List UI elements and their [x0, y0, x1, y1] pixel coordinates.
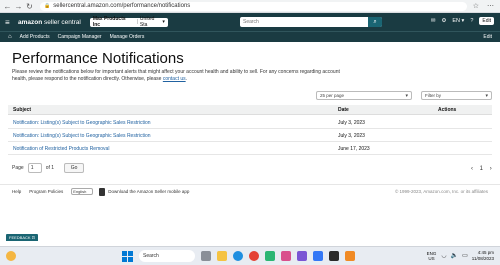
chevron-down-icon: ▾ — [485, 92, 488, 99]
notification-date: July 3, 2023 — [338, 133, 365, 139]
back-icon[interactable]: ← — [3, 2, 12, 11]
url-text: sellercentral.amazon.com/performance/not… — [53, 3, 191, 9]
nav-edit-link[interactable]: Edit — [483, 34, 492, 40]
footer-program-policies-link[interactable]: Program Policies — [29, 189, 63, 194]
header-icons: ✉ ⚙ EN ▾ ? Edit — [425, 17, 494, 25]
page-description: Please review the notifications below fo… — [12, 69, 342, 83]
clock-date: 11/08/2023 — [471, 255, 494, 261]
seller-central-header: ≡ amazon seller central Max Products Inc… — [0, 13, 500, 31]
page-of-label: of 1 — [45, 165, 55, 171]
app-icon[interactable] — [297, 251, 307, 261]
per-page-select[interactable]: 25 per page ▾ — [316, 91, 412, 100]
notification-subject-link[interactable]: Notification of Restricted Products Remo… — [13, 146, 109, 152]
menu-icon[interactable]: ≡ — [5, 18, 15, 27]
app-icon[interactable] — [281, 251, 291, 261]
page-title: Performance Notifications — [12, 50, 184, 67]
current-page[interactable]: 1 — [480, 166, 483, 172]
browser-actions-icon[interactable]: ☆ ⋯ — [473, 2, 497, 10]
windows-start-icon[interactable] — [122, 250, 133, 262]
app-icon[interactable] — [345, 251, 355, 261]
column-subject[interactable]: Subject — [13, 107, 31, 113]
browser-toolbar: ← → ↻ 🔒 sellercentral.amazon.com/perform… — [0, 0, 500, 13]
notification-date: June 17, 2023 — [338, 146, 370, 152]
search-input[interactable]: Search ⌕ — [240, 17, 382, 27]
pagination-controls: Page 1 of 1 Go — [12, 163, 85, 173]
app-icon[interactable] — [329, 251, 339, 261]
language-selector[interactable]: EN ▾ — [452, 18, 464, 24]
mobile-app-link[interactable]: Download the Amazon Seller mobile app — [108, 189, 189, 194]
page-nav: ‹ 1 › — [466, 166, 492, 172]
taskbar-apps: Search — [122, 250, 361, 262]
column-actions: Actions — [438, 107, 457, 113]
logo-brand: amazon — [18, 18, 43, 26]
app-icon[interactable] — [313, 251, 323, 261]
account-region: United Sta — [139, 16, 155, 28]
lock-icon: 🔒 — [44, 3, 51, 9]
account-separator: | — [136, 19, 138, 25]
filter-by-value: Filter by — [425, 93, 442, 98]
search-placeholder: Search — [243, 19, 259, 25]
input-language[interactable]: ENG US — [427, 251, 437, 261]
windows-taskbar: Search ENG US ◡ 🔈 ▭ 4:45 pm 11/08/2023 — [0, 246, 500, 265]
chrome-icon[interactable] — [249, 251, 259, 261]
wifi-icon[interactable]: ◡ — [441, 252, 446, 259]
chevron-down-icon: ▾ — [405, 92, 408, 99]
table-row: Notification of Restricted Products Remo… — [8, 142, 492, 155]
reload-icon[interactable]: ↻ — [25, 2, 34, 11]
app-icon[interactable] — [265, 251, 275, 261]
task-view-icon[interactable] — [201, 251, 211, 261]
go-button[interactable]: Go — [64, 163, 85, 173]
account-switcher[interactable]: Max Products Inc | United Sta ▾ — [89, 16, 168, 28]
notification-subject-link[interactable]: Notification: Listing(s) Subject to Geog… — [13, 120, 151, 126]
taskbar-search-label: Search — [143, 253, 159, 259]
language-code: ENG — [426, 250, 437, 256]
table-row: Notification: Listing(s) Subject to Geog… — [8, 129, 492, 142]
bookmarks-nav: ⌂ Add Products Campaign Manager Manage O… — [0, 31, 500, 42]
edge-icon[interactable] — [233, 251, 243, 261]
notification-date: July 3, 2023 — [338, 120, 365, 126]
header-edit-button[interactable]: Edit — [479, 17, 494, 25]
home-icon[interactable]: ⌂ — [8, 34, 12, 40]
battery-icon[interactable]: ▭ — [462, 252, 468, 259]
search-icon[interactable]: ⌕ — [368, 17, 382, 27]
column-date[interactable]: Date — [338, 107, 349, 113]
weather-icon[interactable] — [6, 251, 16, 261]
address-bar[interactable]: 🔒 sellercentral.amazon.com/performance/n… — [40, 1, 467, 11]
page-number-input[interactable]: 1 — [27, 163, 42, 173]
page-footer: Help Program Policies English Download t… — [0, 184, 500, 198]
nav-campaign-manager[interactable]: Campaign Manager — [58, 34, 102, 40]
file-explorer-icon[interactable] — [217, 251, 227, 261]
help-icon[interactable]: ? — [470, 18, 473, 24]
logo-product: seller central — [42, 18, 81, 26]
region-code: US — [428, 255, 435, 261]
description-end: . — [185, 76, 188, 82]
mobile-app-icon — [99, 187, 106, 196]
account-name: Max Products Inc — [92, 16, 126, 28]
taskbar-search[interactable]: Search — [139, 250, 195, 262]
nav-manage-orders[interactable]: Manage Orders — [110, 34, 145, 40]
chevron-left-icon[interactable]: ‹ — [471, 166, 473, 172]
contact-us-link[interactable]: contact us — [163, 76, 186, 82]
system-tray: ENG US ◡ 🔈 ▭ 4:45 pm 11/08/2023 — [427, 250, 494, 261]
clock[interactable]: 4:45 pm 11/08/2023 — [472, 250, 494, 261]
chevron-down-icon: ▾ — [162, 19, 165, 25]
notifications-table-header: Subject Date Actions — [8, 105, 492, 115]
page-label: Page — [12, 165, 24, 171]
footer-language-select[interactable]: English — [71, 188, 94, 195]
chevron-right-icon[interactable]: › — [490, 166, 492, 172]
copyright-text: © 1999-2023, Amazon.com, Inc. or its aff… — [394, 189, 488, 194]
table-row: Notification: Listing(s) Subject to Geog… — [8, 116, 492, 129]
feedback-button[interactable]: FEEDBACK ⊡ — [6, 234, 39, 241]
volume-icon[interactable]: 🔈 — [451, 252, 458, 259]
per-page-value: 25 per page — [320, 93, 345, 98]
mail-icon[interactable]: ✉ — [431, 18, 436, 24]
forward-icon[interactable]: → — [14, 2, 23, 11]
seller-central-logo[interactable]: amazon seller central — [18, 19, 81, 26]
filter-by-select[interactable]: Filter by ▾ — [421, 91, 492, 100]
notification-subject-link[interactable]: Notification: Listing(s) Subject to Geog… — [13, 133, 151, 139]
gear-icon[interactable]: ⚙ — [441, 18, 446, 24]
nav-add-products[interactable]: Add Products — [20, 34, 50, 40]
footer-help-link[interactable]: Help — [12, 189, 21, 194]
